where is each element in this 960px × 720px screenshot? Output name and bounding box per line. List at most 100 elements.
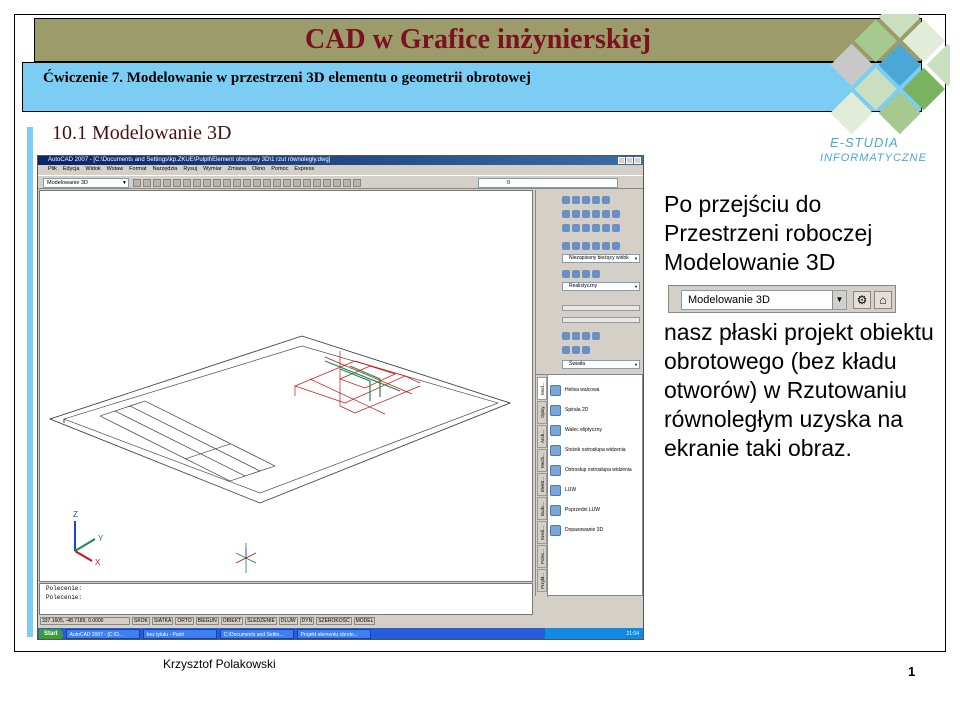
menu-item-format[interactable]: Format (129, 165, 146, 174)
menu-bar: Plik Edycja Widok Wstaw Format Narzędzia… (38, 165, 643, 174)
close-icon[interactable] (634, 157, 641, 164)
taskbar-item-paint[interactable]: bez tytułu - Paint (142, 629, 217, 639)
paste-icon[interactable] (213, 179, 221, 187)
system-tray-clock: 21:04 (545, 628, 643, 639)
opacity-slider[interactable] (562, 317, 640, 323)
menu-item-narzedzia[interactable]: Narzędzia (153, 165, 178, 174)
tool-palettes-icon[interactable] (313, 179, 321, 187)
tool-poprzedni-luw[interactable]: Poprzedni LUW (550, 501, 642, 519)
command-line[interactable]: Polecenie: Polecenie: (39, 583, 533, 615)
status-biegun[interactable]: BIEGUN (195, 617, 219, 625)
status-dyn[interactable]: DYN (299, 617, 315, 625)
ucs-z-label: Z (73, 510, 78, 519)
zoom-icon[interactable] (263, 179, 271, 187)
workspace-select-inset[interactable]: Modelowanie 3D ▼ (681, 290, 847, 310)
palette-tabs: Mod... Opisy Arch... Mech... Elektr... B… (536, 375, 548, 597)
slide-title: CAD w Grafice inżynierskiej (304, 24, 652, 55)
redo-icon[interactable] (243, 179, 251, 187)
pan-icon[interactable] (253, 179, 261, 187)
print-icon[interactable] (163, 179, 171, 187)
tab-polecenia[interactable]: Polec... (537, 545, 547, 568)
zoom-previous-icon[interactable] (283, 179, 291, 187)
drawing-area[interactable]: Z Y X (39, 190, 533, 582)
section-heading: 10.1 Modelowanie 3D (52, 122, 232, 144)
markup-icon[interactable] (333, 179, 341, 187)
face-color-slider[interactable] (562, 305, 640, 311)
tab-opisy[interactable]: Opisy (537, 401, 547, 424)
ucs-icon (74, 521, 96, 562)
new-icon[interactable] (133, 179, 141, 187)
sheet-set-icon[interactable] (323, 179, 331, 187)
ucs-x-label: X (95, 558, 101, 567)
tool-helisa[interactable]: Helisa walcowa (550, 381, 642, 399)
status-sledzenie[interactable]: ŚLEDZENIE (245, 617, 277, 625)
tab-budownictwo[interactable]: Budo... (537, 497, 547, 520)
tool-ostroslup[interactable]: Ostrosłup ostrosłupa widzenia (550, 461, 642, 479)
status-orto[interactable]: ORTO (175, 617, 194, 625)
calculator-icon[interactable] (343, 179, 351, 187)
status-model[interactable]: MODEL (353, 617, 376, 625)
dashboard-row-navigation (538, 240, 642, 252)
page-number: 1 (908, 664, 916, 679)
taskbar-item-autocad[interactable]: AutoCAD 2007 - [C:\D... (65, 629, 140, 639)
menu-item-zmiana[interactable]: Zmiana (228, 165, 246, 174)
menu-item-widok[interactable]: Widok (85, 165, 100, 174)
tab-elektryka[interactable]: Elektr... (537, 473, 547, 496)
taskbar-item-explorer[interactable]: C:\Documents and Settin... (219, 629, 294, 639)
spiral-icon (550, 404, 561, 416)
layer-select[interactable]: 0 (478, 178, 618, 188)
status-bar: 337.1605, -48.7189, 0.0000 SKOK SIATKA O… (38, 616, 643, 626)
cut-icon[interactable] (193, 179, 201, 187)
undo-icon[interactable] (233, 179, 241, 187)
menu-item-okno[interactable]: Okno (252, 165, 265, 174)
properties-icon[interactable] (293, 179, 301, 187)
chevron-down-icon[interactable]: ▼ (832, 291, 846, 309)
status-szerokosc[interactable]: SZEROKOŚĆ (316, 617, 352, 625)
view-select[interactable]: Niezapisany bieżący widok (562, 254, 640, 263)
open-icon[interactable] (143, 179, 151, 187)
publish-icon[interactable] (183, 179, 191, 187)
menu-item-plik[interactable]: Plik (48, 165, 57, 174)
tool-spirala[interactable]: Spirala 2D (550, 401, 642, 419)
tab-mechanika[interactable]: Mech... (537, 449, 547, 472)
tool-stozek[interactable]: Stożek ostrosłupa widzenia (550, 441, 642, 459)
tool-walec[interactable]: Walec eliptyczny (550, 421, 642, 439)
design-center-icon[interactable] (303, 179, 311, 187)
ucs-icon (550, 484, 561, 496)
tab-kreskowanie[interactable]: Kreśl... (537, 521, 547, 544)
slide-subtitle: Ćwiczenie 7. Modelowanie w przestrzeni 3… (43, 70, 531, 86)
workspace-select-value: Modelowanie 3D (688, 294, 770, 306)
status-siatka[interactable]: SIATKA (151, 617, 174, 625)
preview-icon[interactable] (173, 179, 181, 187)
menu-item-wstaw[interactable]: Wstaw (107, 165, 124, 174)
tab-architektura[interactable]: Arch... (537, 425, 547, 448)
windows-taskbar: Start AutoCAD 2007 - [C:\D... bez tytułu… (38, 628, 643, 639)
tab-modelowanie[interactable]: Mod... (537, 377, 547, 400)
start-button[interactable]: Start (39, 628, 63, 639)
lights-select[interactable]: Światła (562, 360, 640, 369)
tab-przyklady[interactable]: Przykł... (537, 569, 547, 592)
status-dluw[interactable]: DLUW (278, 617, 298, 625)
help-icon[interactable] (353, 179, 361, 187)
workspace-save-icon[interactable]: ⌂ (874, 291, 892, 309)
menu-item-express[interactable]: Express (294, 165, 314, 174)
taskbar-item-project[interactable]: Projekt elementu obroto... (296, 629, 371, 639)
menu-item-pomoc[interactable]: Pomoc (271, 165, 288, 174)
workspace-select[interactable]: Modelowanie 3D (43, 178, 129, 188)
minimize-icon[interactable] (618, 157, 625, 164)
status-obiekt[interactable]: OBIEKT (220, 617, 244, 625)
copy-icon[interactable] (203, 179, 211, 187)
window-controls (618, 157, 641, 164)
menu-item-edycja[interactable]: Edycja (63, 165, 80, 174)
tool-luw[interactable]: LUW (550, 481, 642, 499)
menu-item-wymiar[interactable]: Wymiar (203, 165, 222, 174)
save-icon[interactable] (153, 179, 161, 187)
tool-dopasowanie[interactable]: Dopasowanie 3D (550, 521, 642, 539)
visual-style-select[interactable]: Realistyczny (562, 282, 640, 291)
zoom-window-icon[interactable] (273, 179, 281, 187)
match-icon[interactable] (223, 179, 231, 187)
status-skok[interactable]: SKOK (132, 617, 150, 625)
menu-item-rysuj[interactable]: Rysuj (183, 165, 197, 174)
workspace-settings-icon[interactable]: ⚙ (853, 291, 871, 309)
maximize-icon[interactable] (626, 157, 633, 164)
